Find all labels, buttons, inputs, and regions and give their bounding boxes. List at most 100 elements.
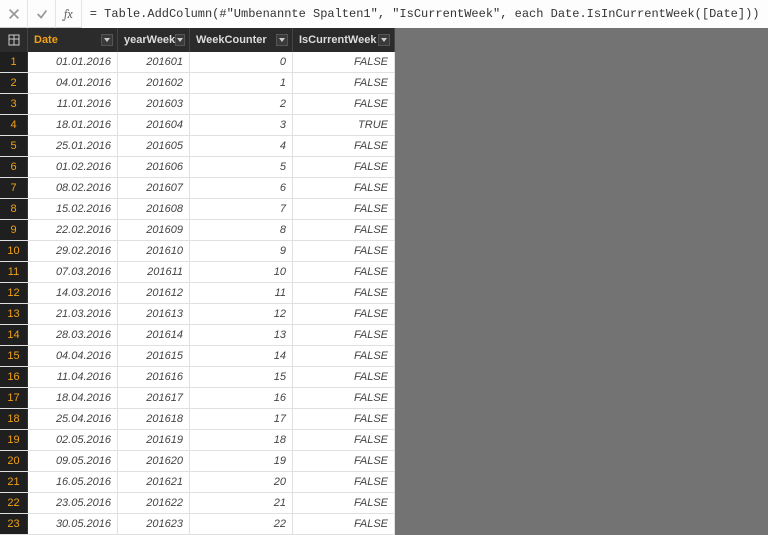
cell-iscurrentweek[interactable]: FALSE bbox=[293, 52, 395, 72]
cell-yearweek[interactable]: 201610 bbox=[118, 241, 190, 261]
cell-yearweek[interactable]: 201620 bbox=[118, 451, 190, 471]
cell-date[interactable]: 09.05.2016 bbox=[28, 451, 118, 471]
cell-yearweek[interactable]: 201607 bbox=[118, 178, 190, 198]
table-row[interactable]: 1902.05.201620161918FALSE bbox=[0, 430, 395, 451]
table-row[interactable]: 101.01.20162016010FALSE bbox=[0, 52, 395, 73]
table-row[interactable]: 1718.04.201620161716FALSE bbox=[0, 388, 395, 409]
table-row[interactable]: 1504.04.201620161514FALSE bbox=[0, 346, 395, 367]
cell-weekcounter[interactable]: 11 bbox=[190, 283, 293, 303]
cell-date[interactable]: 11.01.2016 bbox=[28, 94, 118, 114]
cell-date[interactable]: 04.04.2016 bbox=[28, 346, 118, 366]
cell-yearweek[interactable]: 201611 bbox=[118, 262, 190, 282]
cell-iscurrentweek[interactable]: FALSE bbox=[293, 409, 395, 429]
table-row[interactable]: 708.02.20162016076FALSE bbox=[0, 178, 395, 199]
cell-date[interactable]: 21.03.2016 bbox=[28, 304, 118, 324]
cell-weekcounter[interactable]: 19 bbox=[190, 451, 293, 471]
table-row[interactable]: 1611.04.201620161615FALSE bbox=[0, 367, 395, 388]
cell-weekcounter[interactable]: 6 bbox=[190, 178, 293, 198]
cell-weekcounter[interactable]: 22 bbox=[190, 514, 293, 534]
table-row[interactable]: 418.01.20162016043TRUE bbox=[0, 115, 395, 136]
cell-date[interactable]: 30.05.2016 bbox=[28, 514, 118, 534]
confirm-button[interactable] bbox=[28, 0, 56, 28]
cell-weekcounter[interactable]: 21 bbox=[190, 493, 293, 513]
cell-yearweek[interactable]: 201608 bbox=[118, 199, 190, 219]
table-row[interactable]: 601.02.20162016065FALSE bbox=[0, 157, 395, 178]
cell-weekcounter[interactable]: 18 bbox=[190, 430, 293, 450]
formula-input[interactable] bbox=[82, 0, 768, 28]
cell-yearweek[interactable]: 201613 bbox=[118, 304, 190, 324]
cell-weekcounter[interactable]: 14 bbox=[190, 346, 293, 366]
cell-yearweek[interactable]: 201605 bbox=[118, 136, 190, 156]
cell-date[interactable]: 15.02.2016 bbox=[28, 199, 118, 219]
cell-weekcounter[interactable]: 0 bbox=[190, 52, 293, 72]
cell-date[interactable]: 14.03.2016 bbox=[28, 283, 118, 303]
cell-iscurrentweek[interactable]: FALSE bbox=[293, 94, 395, 114]
cell-weekcounter[interactable]: 4 bbox=[190, 136, 293, 156]
cell-date[interactable]: 18.04.2016 bbox=[28, 388, 118, 408]
cell-yearweek[interactable]: 201601 bbox=[118, 52, 190, 72]
cell-date[interactable]: 22.02.2016 bbox=[28, 220, 118, 240]
table-row[interactable]: 1029.02.20162016109FALSE bbox=[0, 241, 395, 262]
cell-date[interactable]: 01.02.2016 bbox=[28, 157, 118, 177]
table-menu-button[interactable] bbox=[0, 28, 28, 52]
cell-iscurrentweek[interactable]: FALSE bbox=[293, 283, 395, 303]
cell-iscurrentweek[interactable]: TRUE bbox=[293, 115, 395, 135]
column-header-iscurrentweek[interactable]: IsCurrentWeek bbox=[293, 28, 395, 52]
cell-yearweek[interactable]: 201612 bbox=[118, 283, 190, 303]
cell-iscurrentweek[interactable]: FALSE bbox=[293, 430, 395, 450]
cell-weekcounter[interactable]: 2 bbox=[190, 94, 293, 114]
cell-weekcounter[interactable]: 20 bbox=[190, 472, 293, 492]
column-header-date[interactable]: Date bbox=[28, 28, 118, 52]
cell-date[interactable]: 18.01.2016 bbox=[28, 115, 118, 135]
cell-iscurrentweek[interactable]: FALSE bbox=[293, 346, 395, 366]
cell-weekcounter[interactable]: 17 bbox=[190, 409, 293, 429]
cell-yearweek[interactable]: 201603 bbox=[118, 94, 190, 114]
cell-weekcounter[interactable]: 12 bbox=[190, 304, 293, 324]
cell-iscurrentweek[interactable]: FALSE bbox=[293, 241, 395, 261]
cell-yearweek[interactable]: 201604 bbox=[118, 115, 190, 135]
cell-date[interactable]: 02.05.2016 bbox=[28, 430, 118, 450]
cell-iscurrentweek[interactable]: FALSE bbox=[293, 367, 395, 387]
cell-weekcounter[interactable]: 8 bbox=[190, 220, 293, 240]
cell-weekcounter[interactable]: 10 bbox=[190, 262, 293, 282]
cell-iscurrentweek[interactable]: FALSE bbox=[293, 451, 395, 471]
table-row[interactable]: 311.01.20162016032FALSE bbox=[0, 94, 395, 115]
cell-iscurrentweek[interactable]: FALSE bbox=[293, 157, 395, 177]
cell-iscurrentweek[interactable]: FALSE bbox=[293, 136, 395, 156]
table-row[interactable]: 2223.05.201620162221FALSE bbox=[0, 493, 395, 514]
cell-iscurrentweek[interactable]: FALSE bbox=[293, 262, 395, 282]
cell-date[interactable]: 07.03.2016 bbox=[28, 262, 118, 282]
column-header-yearweek[interactable]: yearWeek bbox=[118, 28, 190, 52]
table-row[interactable]: 1214.03.201620161211FALSE bbox=[0, 283, 395, 304]
cell-iscurrentweek[interactable]: FALSE bbox=[293, 472, 395, 492]
filter-button[interactable] bbox=[101, 34, 113, 46]
table-row[interactable]: 2116.05.201620162120FALSE bbox=[0, 472, 395, 493]
filter-button[interactable] bbox=[378, 34, 390, 46]
cell-yearweek[interactable]: 201623 bbox=[118, 514, 190, 534]
cell-iscurrentweek[interactable]: FALSE bbox=[293, 325, 395, 345]
table-row[interactable]: 2009.05.201620162019FALSE bbox=[0, 451, 395, 472]
cell-date[interactable]: 28.03.2016 bbox=[28, 325, 118, 345]
cell-yearweek[interactable]: 201622 bbox=[118, 493, 190, 513]
cell-weekcounter[interactable]: 7 bbox=[190, 199, 293, 219]
cell-yearweek[interactable]: 201617 bbox=[118, 388, 190, 408]
cell-date[interactable]: 25.01.2016 bbox=[28, 136, 118, 156]
cell-yearweek[interactable]: 201621 bbox=[118, 472, 190, 492]
cell-yearweek[interactable]: 201618 bbox=[118, 409, 190, 429]
cell-iscurrentweek[interactable]: FALSE bbox=[293, 388, 395, 408]
cell-iscurrentweek[interactable]: FALSE bbox=[293, 199, 395, 219]
cell-iscurrentweek[interactable]: FALSE bbox=[293, 514, 395, 534]
cell-date[interactable]: 11.04.2016 bbox=[28, 367, 118, 387]
table-row[interactable]: 1107.03.201620161110FALSE bbox=[0, 262, 395, 283]
cell-yearweek[interactable]: 201619 bbox=[118, 430, 190, 450]
cell-weekcounter[interactable]: 5 bbox=[190, 157, 293, 177]
cell-iscurrentweek[interactable]: FALSE bbox=[293, 220, 395, 240]
cell-yearweek[interactable]: 201609 bbox=[118, 220, 190, 240]
table-row[interactable]: 1825.04.201620161817FALSE bbox=[0, 409, 395, 430]
table-row[interactable]: 2330.05.201620162322FALSE bbox=[0, 514, 395, 535]
cell-iscurrentweek[interactable]: FALSE bbox=[293, 304, 395, 324]
table-row[interactable]: 204.01.20162016021FALSE bbox=[0, 73, 395, 94]
cell-iscurrentweek[interactable]: FALSE bbox=[293, 73, 395, 93]
cell-yearweek[interactable]: 201602 bbox=[118, 73, 190, 93]
cell-yearweek[interactable]: 201615 bbox=[118, 346, 190, 366]
